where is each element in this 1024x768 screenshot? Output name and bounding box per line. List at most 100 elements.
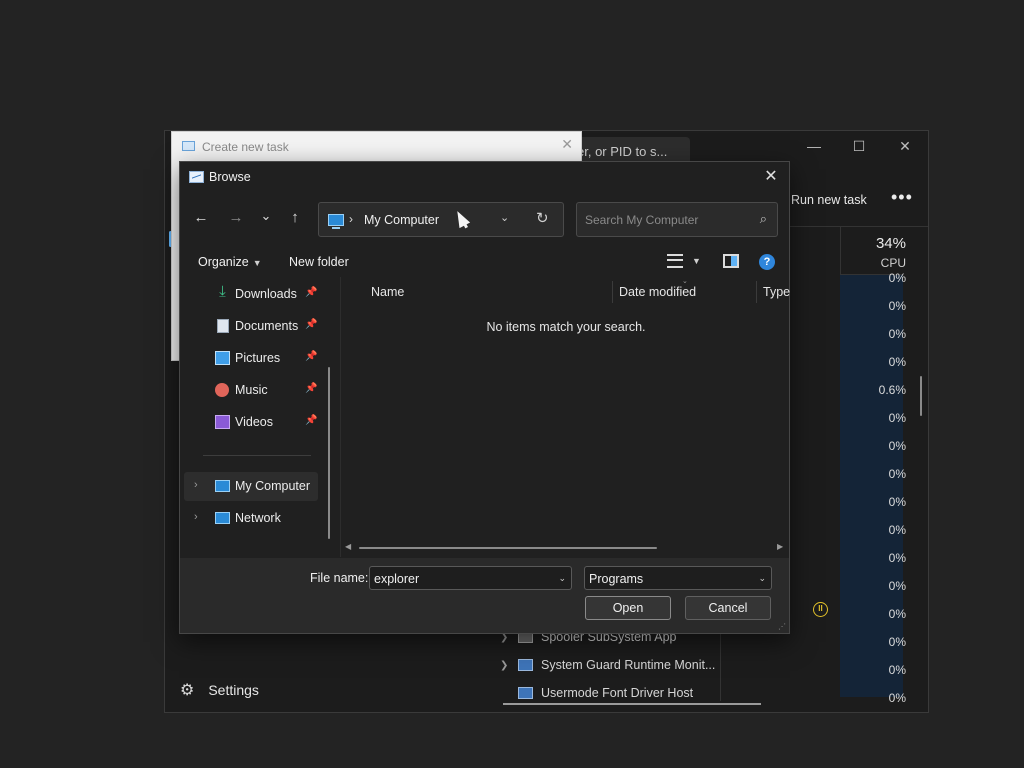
up-button[interactable]: ↑ [285, 209, 305, 226]
cpu-value: 0% [888, 551, 906, 565]
gear-icon: ⚙ [180, 682, 195, 699]
address-bar[interactable]: › My Computer ⌄ ↻ [318, 202, 564, 237]
cancel-button[interactable]: Cancel [685, 596, 771, 620]
nav-item-label: Pictures [235, 351, 281, 365]
empty-message: No items match your search. [486, 320, 646, 334]
chevron-down-icon[interactable]: ▼ [692, 256, 701, 266]
breadcrumb-separator[interactable]: › [349, 212, 353, 226]
horizontal-scrollbar[interactable] [503, 703, 761, 705]
view-options-icon[interactable] [667, 254, 683, 268]
file-name-field[interactable]: explorer ⌄ [369, 566, 572, 590]
computer-icon [328, 214, 344, 229]
breadcrumb-location[interactable]: My Computer [364, 213, 439, 227]
cpu-value: 0% [888, 635, 906, 649]
nav-item-my-computer[interactable]: › My Computer [184, 472, 318, 501]
nav-item-videos[interactable]: Videos 📌 [184, 408, 318, 437]
computer-icon [215, 480, 230, 492]
organize-button[interactable]: Organize ▼ [198, 255, 262, 269]
sort-indicator-icon: ⌄ [682, 278, 688, 285]
nav-item-label: My Computer [235, 479, 311, 493]
close-button[interactable]: ✕ [890, 136, 920, 156]
resize-grip-icon[interactable]: ⋰ [778, 622, 786, 631]
cpu-value: 0% [888, 271, 906, 285]
cpu-column [840, 227, 903, 697]
forward-button[interactable]: → [226, 209, 246, 226]
scroll-left-icon[interactable]: ◀ [345, 542, 351, 551]
cpu-value: 0.6% [878, 383, 906, 397]
nav-item-documents[interactable]: Documents 📌 [184, 312, 318, 341]
pin-icon: 📌 [305, 287, 318, 298]
run-icon [182, 141, 195, 151]
app-icon [518, 687, 533, 699]
cpu-value: 0% [888, 691, 906, 705]
horizontal-scrollbar[interactable] [359, 547, 657, 549]
navigation-scrollbar[interactable] [328, 367, 330, 539]
efficiency-mode-icon: II [813, 602, 828, 617]
cpu-value: 0% [888, 495, 906, 509]
settings-nav-item[interactable]: ⚙ Settings [180, 680, 259, 700]
refresh-icon[interactable]: ↻ [536, 209, 549, 227]
chevron-down-icon[interactable]: ⌄ [558, 573, 566, 584]
column-header-date-modified[interactable]: Date modified [619, 285, 696, 299]
process-row[interactable]: ❯ System Guard Runtime Monit... [500, 658, 715, 672]
scroll-right-icon[interactable]: ▶ [777, 542, 783, 551]
cpu-value: 0% [888, 523, 906, 537]
cpu-value: 0% [888, 607, 906, 621]
back-button[interactable]: ← [191, 209, 211, 226]
help-icon[interactable]: ? [759, 254, 775, 270]
search-input[interactable] [585, 212, 745, 228]
column-header-type[interactable]: Type [763, 285, 790, 299]
search-icon[interactable]: ⌕ [760, 211, 767, 227]
pin-icon: 📌 [305, 415, 318, 426]
open-button[interactable]: Open [585, 596, 671, 620]
dialog-title: Browse [209, 170, 251, 184]
close-button[interactable]: ✕ [561, 136, 573, 153]
file-name-value[interactable]: explorer [374, 572, 419, 586]
nav-item-label: Videos [235, 415, 273, 429]
minimize-button[interactable]: — [799, 136, 829, 156]
cpu-value: 0% [888, 579, 906, 593]
nav-item-pictures[interactable]: Pictures 📌 [184, 344, 318, 373]
process-name: System Guard Runtime Monit... [541, 658, 716, 672]
cpu-value: 0% [888, 439, 906, 453]
column-header-name[interactable]: Name [371, 285, 404, 299]
browse-dialog: Browse ✕ ← → ⌄ ↑ › My Computer ⌄ ↻ ⌕ Org… [179, 161, 790, 634]
dialog-footer: File name: explorer ⌄ Programs ⌄ Open Ca… [180, 558, 789, 633]
process-row[interactable]: Usermode Font Driver Host [500, 686, 693, 700]
cpu-value: 0% [888, 327, 906, 341]
title-bar[interactable]: Browse ✕ [180, 162, 789, 192]
file-list: Name ⌄ Date modified Type No items match… [340, 277, 790, 557]
cpu-label: CPU [880, 256, 906, 270]
chevron-down-icon[interactable]: ⌄ [500, 211, 509, 224]
nav-item-label: Documents [235, 319, 299, 333]
column-separator[interactable] [756, 281, 757, 303]
column-separator[interactable] [612, 281, 613, 303]
process-scrollbar[interactable] [920, 376, 922, 416]
run-new-task-button[interactable]: Run new task [791, 193, 867, 207]
maximize-button[interactable]: ☐ [844, 136, 874, 156]
search-box[interactable]: ⌕ [576, 202, 778, 237]
nav-item-label: Downloads [235, 287, 297, 301]
preview-pane-icon[interactable] [723, 254, 739, 268]
organize-label: Organize [198, 255, 249, 269]
chevron-right-icon[interactable]: › [194, 479, 198, 491]
chevron-right-icon[interactable]: › [194, 511, 198, 523]
nav-item-music[interactable]: Music 📌 [184, 376, 318, 405]
pin-icon: 📌 [305, 383, 318, 394]
file-type-value: Programs [589, 572, 644, 586]
chevron-right-icon[interactable]: ❯ [500, 660, 510, 671]
chevron-down-icon[interactable]: ⌄ [758, 573, 766, 584]
app-icon [518, 659, 533, 671]
more-options-icon[interactable]: ••• [891, 187, 913, 208]
recent-locations-button[interactable]: ⌄ [256, 208, 276, 224]
new-folder-button[interactable]: New folder [289, 255, 349, 269]
nav-item-downloads[interactable]: ⤓ Downloads 📌 [184, 280, 318, 309]
nav-divider [203, 455, 311, 456]
music-icon [215, 383, 229, 397]
close-button[interactable]: ✕ [761, 166, 781, 186]
process-name: Usermode Font Driver Host [541, 686, 694, 700]
cpu-value: 0% [888, 299, 906, 313]
cpu-total: 34% [875, 235, 906, 252]
file-type-select[interactable]: Programs ⌄ [584, 566, 772, 590]
nav-item-network[interactable]: › Network [184, 504, 318, 533]
